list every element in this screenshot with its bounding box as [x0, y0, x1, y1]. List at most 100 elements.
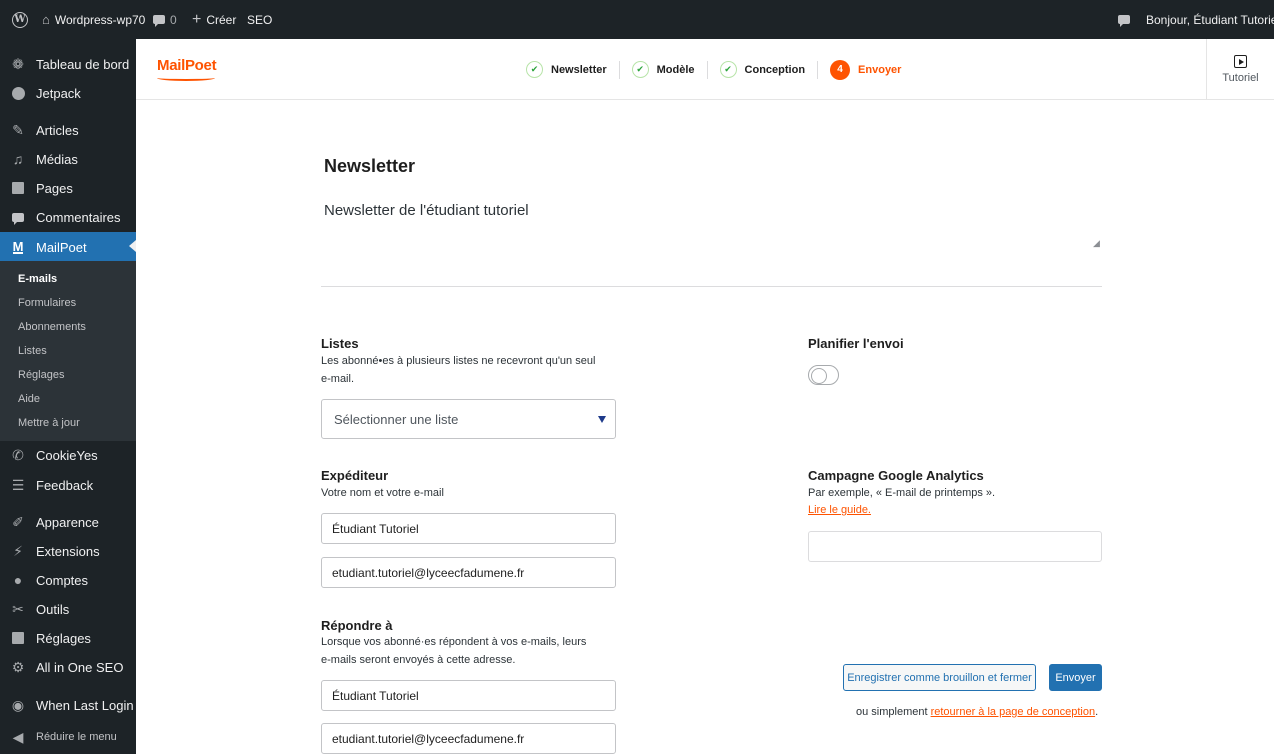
plugin-icon: ⚡	[13, 542, 23, 559]
menu-mailpoet[interactable]: M MailPoet	[0, 232, 136, 262]
menu-when-last-login[interactable]: ◉ When Last Login	[0, 691, 136, 719]
wrench-icon: ✂	[12, 600, 24, 617]
aioseo-icon: ⚙	[11, 658, 25, 675]
submenu-help[interactable]: Aide	[18, 393, 40, 405]
menu-label: Médias	[36, 151, 78, 167]
sender-title: Expéditeur	[321, 468, 389, 483]
site-name-link[interactable]: ⌂ Wordpress-wp70	[42, 0, 145, 39]
reply-to-help-line: Lorsque vos abonné·es répondent à vos e-…	[321, 636, 587, 648]
tutorial-button[interactable]: Tutoriel	[1206, 39, 1274, 100]
menu-jetpack[interactable]: Jetpack	[0, 79, 136, 107]
submenu-forms[interactable]: Formulaires	[18, 297, 76, 309]
admin-bar: W ⌂ Wordpress-wp70 0 + Créer SEO Bonjour…	[0, 0, 1274, 39]
end-punct: .	[1095, 706, 1099, 718]
submenu-settings[interactable]: Réglages	[18, 369, 64, 381]
lists-help: Les abonné•es à plusieurs listes ne rece…	[321, 352, 595, 388]
jetpack-icon	[0, 86, 36, 100]
menu-pages[interactable]: Pages	[0, 174, 136, 202]
send-form: Newsletter Newsletter de l'étudiant tuto…	[136, 101, 1274, 754]
new-label: Créer	[206, 12, 237, 27]
submenu-subscribers[interactable]: Abonnements	[18, 321, 86, 333]
cookie-icon: ✆	[12, 446, 24, 463]
step-template[interactable]: ✔ Modèle	[631, 61, 695, 78]
settings-icon	[0, 632, 36, 644]
send-button[interactable]: Envoyer	[1049, 664, 1102, 691]
wordpress-logo[interactable]: W	[12, 0, 28, 39]
menu-label: Réglages	[36, 630, 91, 646]
tutorial-label: Tutoriel	[1222, 72, 1259, 84]
step-design[interactable]: ✔ Conception	[719, 61, 805, 78]
menu-collapse[interactable]: ◀ Réduire le menu	[0, 723, 136, 751]
sender-help: Votre nom et votre e-mail	[321, 487, 444, 499]
comments-count: 0	[170, 12, 177, 27]
divider	[321, 286, 1102, 287]
reply-to-email-input[interactable]	[321, 723, 616, 754]
lists-title: Listes	[321, 336, 359, 351]
menu-label: Extensions	[36, 543, 100, 559]
menu-settings[interactable]: Réglages	[0, 624, 136, 652]
step-divider	[706, 60, 708, 79]
menu-comments[interactable]: Commentaires	[0, 203, 136, 231]
sender-name-input[interactable]	[321, 513, 616, 544]
mailpoet-submenu: E-mails Formulaires Abonnements Listes R…	[0, 261, 136, 441]
seo-link[interactable]: SEO	[247, 0, 272, 39]
menu-users[interactable]: ● Comptes	[0, 566, 136, 594]
menu-articles[interactable]: ✎ Articles	[0, 116, 136, 144]
lists-help-line: Les abonné•es à plusieurs listes ne rece…	[321, 355, 596, 367]
menu-label: Outils	[36, 601, 70, 617]
ga-guide-link[interactable]: Lire le guide.	[808, 501, 871, 519]
menu-appearance[interactable]: ✐ Apparence	[0, 508, 136, 536]
menu-feedback[interactable]: ☰ Feedback	[0, 471, 136, 499]
ga-title: Campagne Google Analytics	[808, 468, 984, 483]
lists-help-line: e-mail.	[321, 373, 355, 385]
step-send: 4 Envoyer	[830, 59, 901, 80]
menu-label: Jetpack	[36, 85, 81, 101]
schedule-toggle[interactable]	[808, 365, 839, 385]
menu-tools[interactable]: ✂ Outils	[0, 595, 136, 623]
step-label: Modèle	[656, 63, 695, 76]
menu-label: Apparence	[36, 514, 99, 530]
menu-cookieyes[interactable]: ✆ CookieYes	[0, 441, 136, 469]
menu-label: Articles	[36, 122, 79, 138]
reply-to-name-input[interactable]	[321, 680, 616, 711]
feedback-icon: ☰	[11, 476, 25, 493]
menu-label: When Last Login	[36, 697, 134, 713]
menu-aioseo[interactable]: ⚙ All in One SEO	[0, 653, 136, 681]
notification-icon	[1118, 15, 1130, 27]
mailpoet-logo: MailPoet	[157, 57, 217, 74]
ga-campaign-input[interactable]	[808, 531, 1102, 562]
dashboard-icon: ❁	[12, 55, 24, 72]
or-text: ou simplement	[856, 706, 931, 718]
comment-bubble-icon	[153, 15, 165, 27]
brush-icon: ✐	[12, 513, 24, 530]
menu-medias[interactable]: ♫ Médias	[0, 145, 136, 173]
step-newsletter[interactable]: ✔ Newsletter	[526, 61, 607, 78]
schedule-title: Planifier l'envoi	[808, 336, 904, 351]
seo-label: SEO	[247, 12, 273, 27]
eye-icon: ◉	[11, 696, 25, 713]
submenu-emails[interactable]: E-mails	[18, 273, 57, 285]
menu-dashboard[interactable]: ❁ Tableau de bord	[0, 50, 136, 78]
notification-link[interactable]	[1118, 0, 1130, 39]
resize-handle-icon[interactable]: ◢	[1093, 238, 1100, 249]
section-title: Newsletter	[324, 156, 416, 176]
step-divider	[817, 60, 819, 79]
lists-select[interactable]: Sélectionner une liste	[321, 399, 616, 439]
submenu-upgrade[interactable]: Mettre à jour	[18, 417, 80, 429]
submenu-lists[interactable]: Listes	[18, 345, 47, 357]
back-to-design-link[interactable]: retourner à la page de conception	[931, 706, 1096, 718]
step-divider	[618, 60, 620, 79]
account-menu[interactable]: Bonjour, Étudiant Tutoriel	[1146, 0, 1274, 39]
subject-textarea[interactable]: Newsletter de l'étudiant tutoriel	[322, 196, 1102, 286]
menu-label: Commentaires	[36, 209, 121, 225]
check-icon: ✔	[526, 61, 543, 78]
admin-sidebar: ❁ Tableau de bord Jetpack ✎ Articles ♫ M…	[0, 39, 136, 754]
reply-to-help-line: e-mails seront envoyés à cette adresse.	[321, 654, 516, 666]
wordpress-icon: W	[12, 11, 28, 28]
sender-email-input[interactable]	[321, 557, 616, 588]
menu-extensions[interactable]: ⚡ Extensions	[0, 537, 136, 565]
comments-link[interactable]: 0	[153, 0, 177, 39]
menu-label: Feedback	[36, 477, 94, 493]
save-draft-button[interactable]: Enregistrer comme brouillon et fermer	[843, 664, 1036, 691]
new-content-link[interactable]: + Créer	[192, 0, 236, 39]
